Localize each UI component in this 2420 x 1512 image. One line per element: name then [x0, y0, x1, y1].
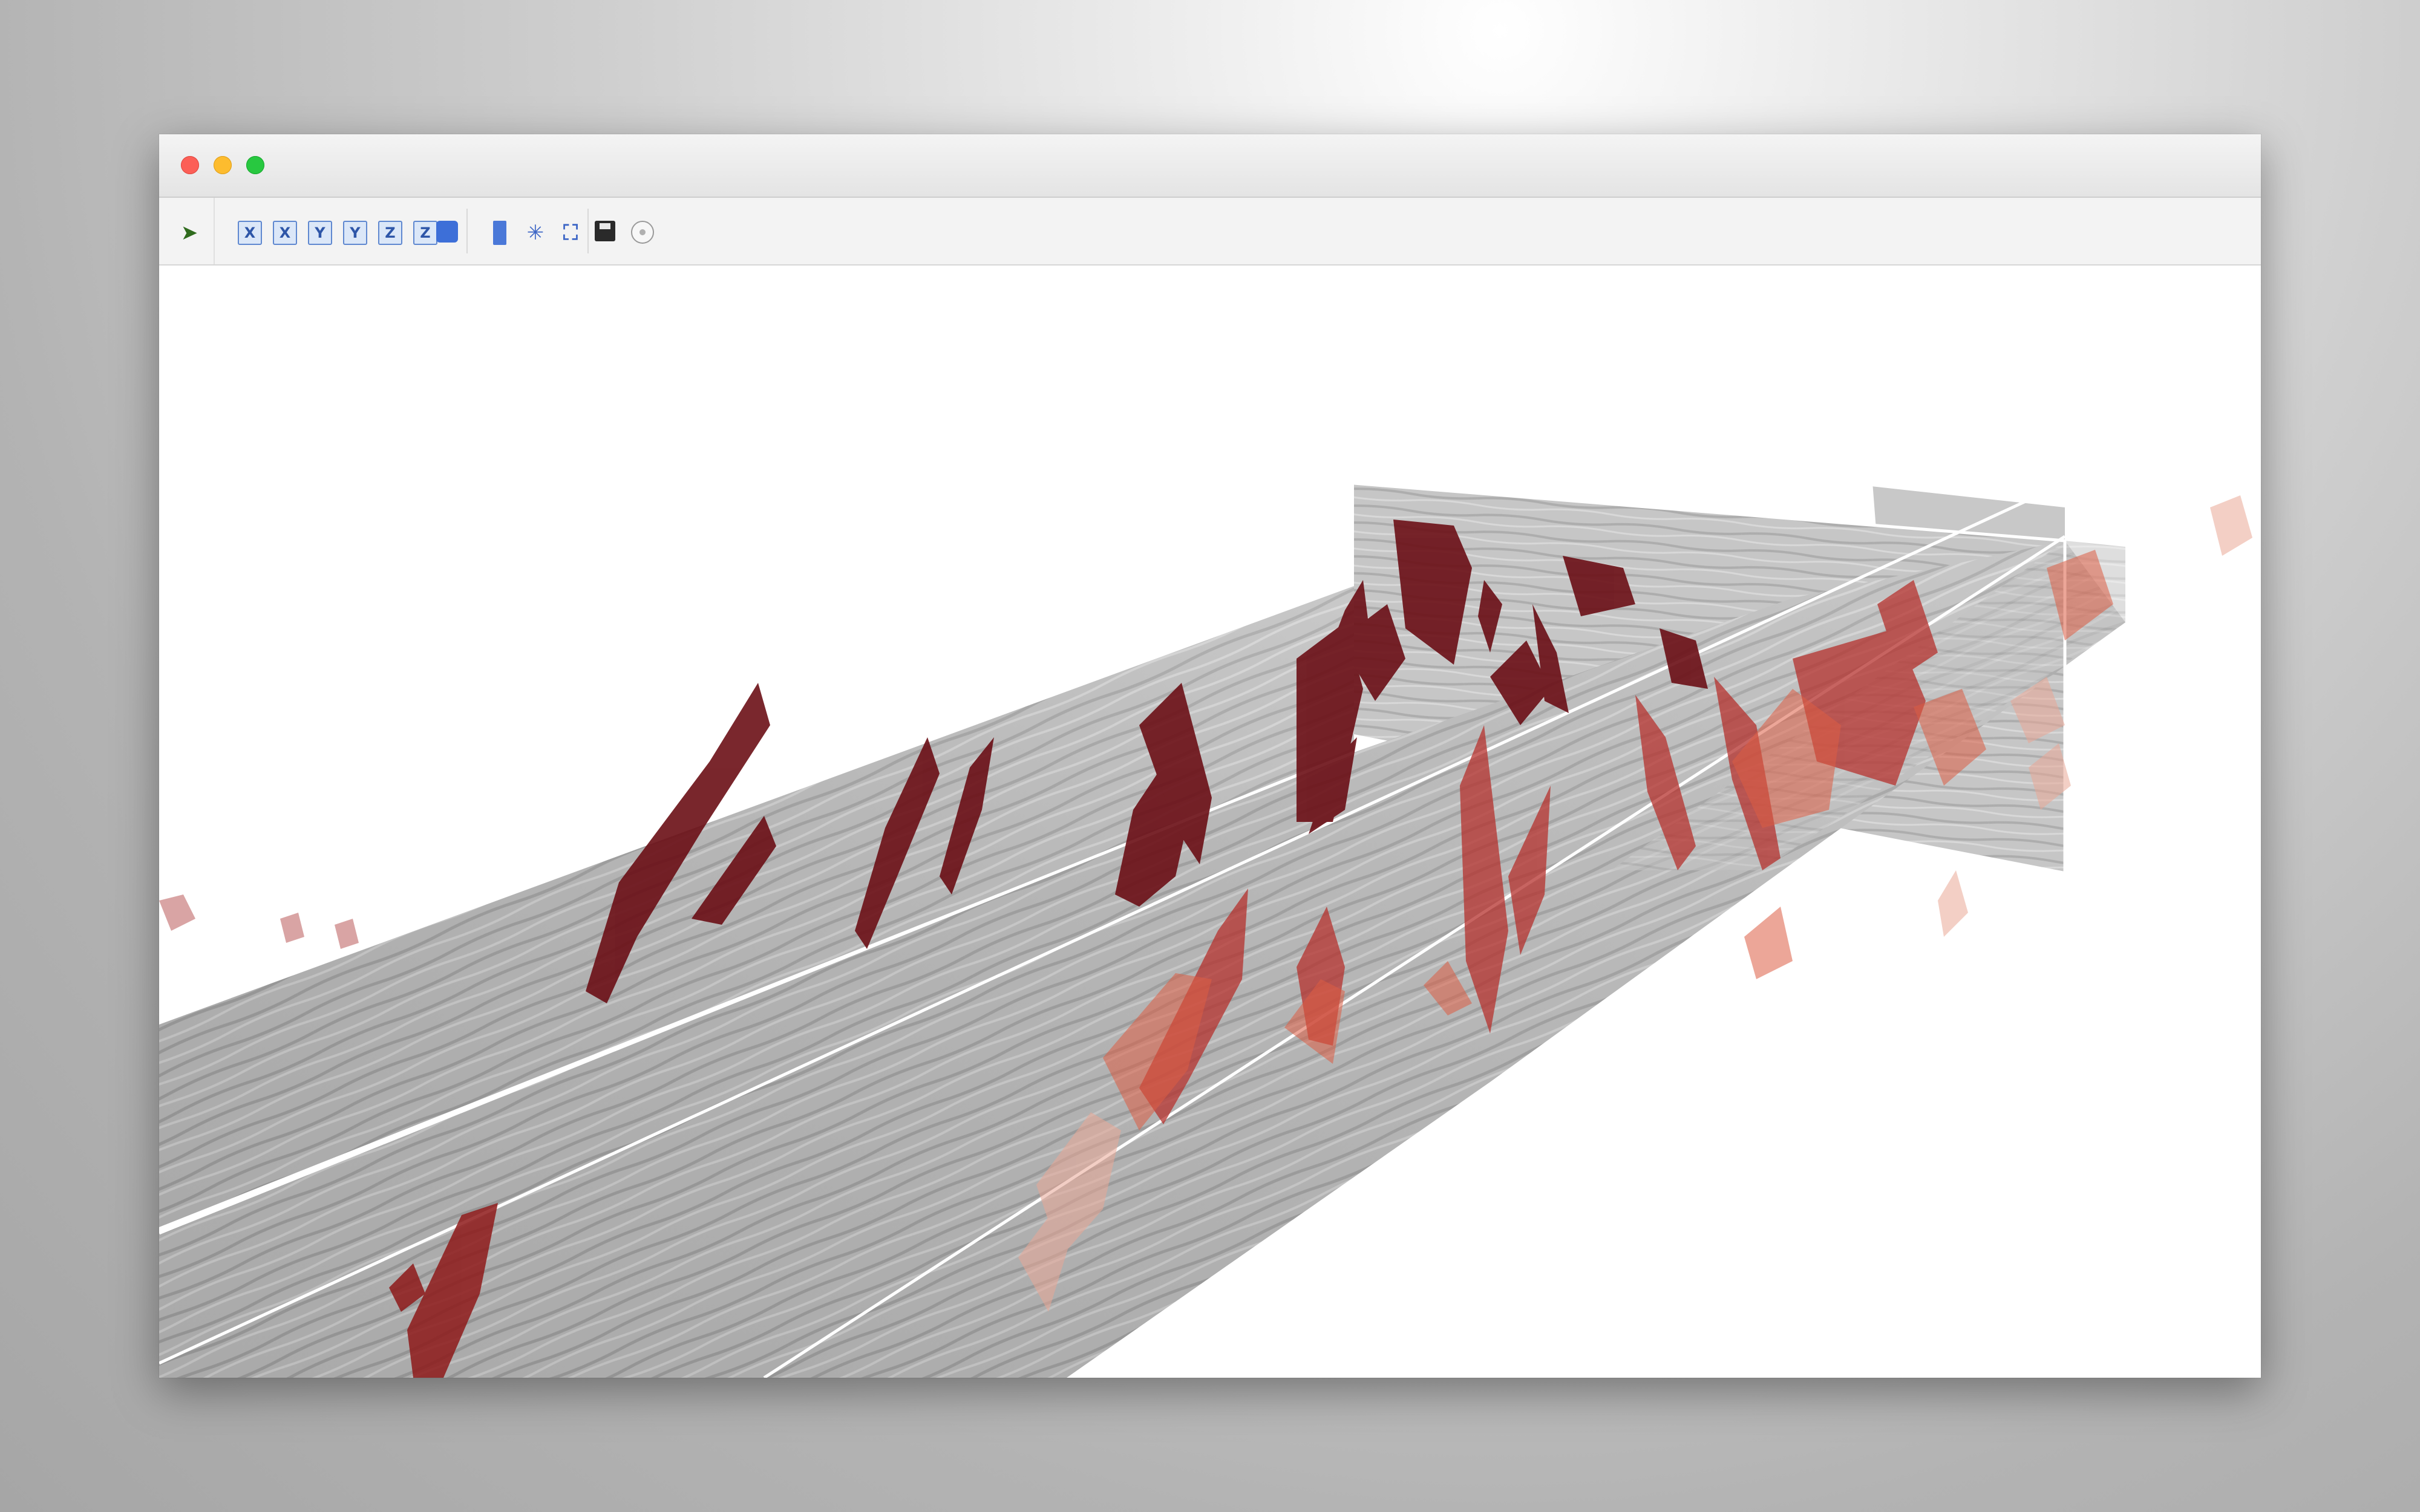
toolbar-group-views: X X Y Y Z Z [214, 198, 437, 264]
view-y-negative-button[interactable]: Y [343, 221, 367, 245]
view-y-positive-button[interactable]: Y [308, 221, 332, 245]
view-z-negative-button[interactable]: Z [413, 221, 437, 245]
seismic-scene [159, 481, 2252, 1378]
pan-tool-icon[interactable]: ➤ [177, 221, 201, 245]
3d-viewport[interactable] [159, 266, 2261, 1378]
settings-button[interactable] [631, 221, 654, 244]
toolbar-separator [466, 209, 468, 253]
view-x-negative-button[interactable]: X [273, 221, 297, 245]
view-3d-cube-button[interactable] [436, 221, 458, 243]
axes-toggle-button[interactable]: ✳ [523, 221, 548, 245]
close-window-button[interactable] [181, 156, 199, 174]
title-bar [159, 134, 2261, 198]
toolbar: ➤ X X Y Y Z Z ✳ ⛶ [159, 198, 2261, 266]
fit-view-button[interactable]: ⛶ [558, 221, 583, 245]
view-x-positive-button[interactable]: X [238, 221, 262, 245]
view-z-positive-button[interactable]: Z [378, 221, 402, 245]
app-window: ➤ X X Y Y Z Z ✳ ⛶ [159, 134, 2261, 1378]
save-image-button[interactable] [595, 221, 615, 241]
toolbar-group-tools: ➤ [165, 198, 212, 264]
fault-points-left-edge [159, 894, 359, 949]
minimize-window-button[interactable] [214, 156, 232, 174]
zoom-window-button[interactable] [246, 156, 264, 174]
slice-toggle-button[interactable] [493, 221, 506, 245]
toolbar-separator [587, 209, 589, 253]
